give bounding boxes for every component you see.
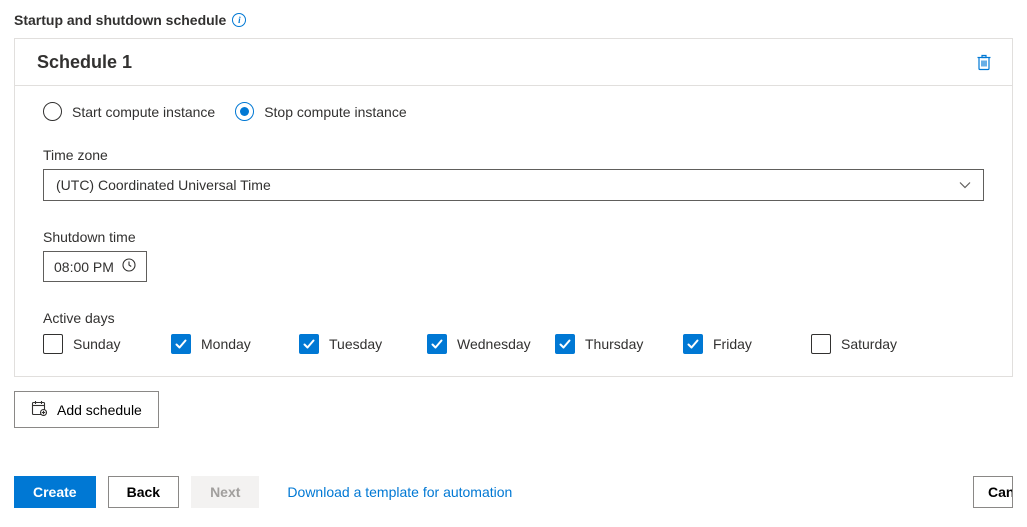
- calendar-plus-icon: [31, 400, 47, 419]
- add-schedule-button[interactable]: Add schedule: [14, 391, 159, 428]
- download-template-link[interactable]: Download a template for automation: [287, 484, 512, 500]
- shutdown-time-label: Shutdown time: [43, 229, 984, 245]
- trash-icon: [976, 53, 992, 71]
- radio-stop-compute[interactable]: Stop compute instance: [235, 102, 406, 121]
- radio-label: Start compute instance: [72, 104, 215, 120]
- active-days-label: Active days: [43, 310, 984, 326]
- chevron-down-icon: [959, 181, 971, 189]
- day-checkbox-saturday[interactable]: Saturday: [811, 334, 939, 354]
- checkbox-checked-icon: [683, 334, 703, 354]
- delete-schedule-button[interactable]: [974, 51, 994, 73]
- day-label: Friday: [713, 336, 752, 352]
- radio-label: Stop compute instance: [264, 104, 406, 120]
- schedule-card: Schedule 1 Start compute instance S: [14, 38, 1013, 377]
- day-checkbox-thursday[interactable]: Thursday: [555, 334, 683, 354]
- day-checkbox-monday[interactable]: Monday: [171, 334, 299, 354]
- timezone-select[interactable]: (UTC) Coordinated Universal Time: [43, 169, 984, 201]
- clock-icon: [122, 258, 136, 275]
- schedule-card-header: Schedule 1: [15, 39, 1012, 86]
- checkbox-checked-icon: [555, 334, 575, 354]
- checkbox-checked-icon: [427, 334, 447, 354]
- day-label: Sunday: [73, 336, 120, 352]
- schedule-card-body: Start compute instance Stop compute inst…: [15, 86, 1012, 376]
- checkbox-icon: [811, 334, 831, 354]
- day-checkbox-tuesday[interactable]: Tuesday: [299, 334, 427, 354]
- radio-icon: [235, 102, 254, 121]
- checkbox-checked-icon: [171, 334, 191, 354]
- info-icon[interactable]: i: [232, 13, 246, 27]
- day-label: Tuesday: [329, 336, 382, 352]
- day-label: Monday: [201, 336, 251, 352]
- schedule-title: Schedule 1: [37, 52, 132, 73]
- day-checkbox-friday[interactable]: Friday: [683, 334, 811, 354]
- active-days-row: Sunday Monday Tuesday Wednesday Thursday Frid…: [43, 334, 984, 354]
- footer-bar: Create Back Next Download a template for…: [14, 476, 1013, 512]
- day-label: Saturday: [841, 336, 897, 352]
- day-label: Wednesday: [457, 336, 531, 352]
- checkbox-icon: [43, 334, 63, 354]
- schedule-type-radios: Start compute instance Stop compute inst…: [43, 102, 984, 121]
- day-checkbox-sunday[interactable]: Sunday: [43, 334, 171, 354]
- shutdown-time-value: 08:00 PM: [54, 259, 114, 275]
- section-header: Startup and shutdown schedule i: [14, 12, 1013, 28]
- radio-icon: [43, 102, 62, 121]
- back-button[interactable]: Back: [108, 476, 179, 508]
- cancel-button[interactable]: Cancel: [973, 476, 1013, 508]
- day-checkbox-wednesday[interactable]: Wednesday: [427, 334, 555, 354]
- timezone-label: Time zone: [43, 147, 984, 163]
- radio-start-compute[interactable]: Start compute instance: [43, 102, 215, 121]
- radio-dot-icon: [240, 107, 249, 116]
- section-title: Startup and shutdown schedule: [14, 12, 226, 28]
- add-schedule-label: Add schedule: [57, 402, 142, 418]
- day-label: Thursday: [585, 336, 643, 352]
- checkbox-checked-icon: [299, 334, 319, 354]
- next-button[interactable]: Next: [191, 476, 259, 508]
- create-button[interactable]: Create: [14, 476, 96, 508]
- shutdown-time-input[interactable]: 08:00 PM: [43, 251, 147, 282]
- timezone-value: (UTC) Coordinated Universal Time: [56, 177, 271, 193]
